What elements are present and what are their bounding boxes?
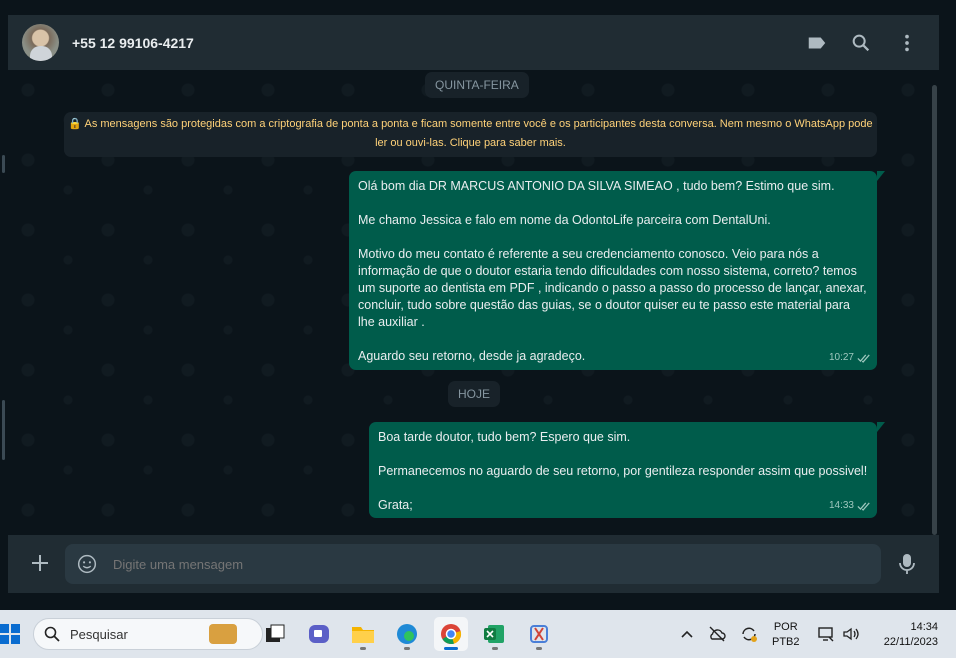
chrome-icon[interactable] <box>434 617 468 651</box>
message-paragraph: Grata; <box>378 498 413 512</box>
snipping-tool-icon[interactable] <box>522 617 556 651</box>
clock-time: 14:34 <box>910 621 938 633</box>
message-meta: 14:33 <box>829 497 871 514</box>
excel-icon[interactable] <box>478 617 512 651</box>
search-icon[interactable] <box>850 32 872 54</box>
briefcase-icon <box>209 624 237 644</box>
date-separator: HOJE <box>448 381 501 407</box>
cloud-offline-icon[interactable] <box>707 624 727 644</box>
outgoing-message[interactable]: Olá bom dia DR MARCUS ANTONIO DA SILVA S… <box>349 171 885 370</box>
background-window-edge <box>0 0 8 610</box>
taskbar-search[interactable]: Pesquisar <box>33 618 263 650</box>
language-code: POR <box>773 621 798 633</box>
date-separator: QUINTA-FEIRA <box>425 72 529 98</box>
outgoing-message[interactable]: Boa tarde doutor, tudo bem? Espero que s… <box>369 422 885 518</box>
teams-icon[interactable] <box>302 617 336 651</box>
search-icon <box>44 626 60 642</box>
microphone-icon[interactable] <box>897 552 917 576</box>
message-paragraph: Me chamo Jessica e falo em nome da Odont… <box>358 213 771 227</box>
lock-icon: 🔒 <box>68 118 83 130</box>
emoji-icon[interactable] <box>77 554 97 574</box>
sync-icon[interactable] <box>739 624 759 644</box>
message-input-box[interactable] <box>65 544 881 584</box>
message-meta: 10:27 <box>829 349 871 366</box>
edge-mark <box>2 155 5 173</box>
message-paragraph: Aguardo seu retorno, desde ja agradeço. <box>358 349 586 363</box>
message-paragraph: Olá bom dia DR MARCUS ANTONIO DA SILVA S… <box>358 179 835 193</box>
chevron-up-icon[interactable] <box>677 624 697 644</box>
taskbar-clock[interactable]: 14:34 22/11/2023 <box>868 620 938 650</box>
edge-mark <box>2 400 5 460</box>
encryption-notice[interactable]: 🔒 As mensagens são protegidas com a crip… <box>64 112 877 157</box>
clock-date: 22/11/2023 <box>883 636 938 648</box>
keyboard-layout: PTB2 <box>772 636 800 648</box>
composer-bar <box>8 535 939 593</box>
task-view-icon[interactable] <box>258 617 292 651</box>
message-time: 14:33 <box>828 500 854 511</box>
edge-icon[interactable] <box>390 617 424 651</box>
whatsapp-window: +55 12 99106-4217 QUINTA-FEIRA 🔒 As mens… <box>8 15 939 593</box>
menu-dots-icon[interactable] <box>896 32 918 54</box>
double-check-icon <box>857 354 870 363</box>
network-icon[interactable] <box>816 624 836 644</box>
message-area: QUINTA-FEIRA 🔒 As mensagens são protegid… <box>8 70 939 535</box>
message-paragraph: Motivo do meu contato é referente a seu … <box>358 247 867 329</box>
double-check-icon <box>857 502 870 511</box>
label-icon[interactable] <box>806 32 828 54</box>
message-paragraph: Permanecemos no aguardo de seu retorno, … <box>378 464 868 478</box>
message-paragraph: Boa tarde doutor, tudo bem? Espero que s… <box>378 430 631 444</box>
language-indicator[interactable]: POR PTB2 <box>772 620 800 650</box>
chat-header: +55 12 99106-4217 <box>8 15 939 70</box>
search-label: Pesquisar <box>70 627 128 642</box>
message-input[interactable] <box>111 556 815 573</box>
contact-name[interactable]: +55 12 99106-4217 <box>72 35 194 51</box>
windows-start-icon[interactable] <box>0 624 20 644</box>
contact-avatar[interactable] <box>22 24 59 61</box>
message-time: 10:27 <box>828 352 854 363</box>
volume-icon[interactable] <box>841 624 861 644</box>
encryption-text: As mensagens são protegidas com a cripto… <box>84 118 873 149</box>
file-explorer-icon[interactable] <box>346 617 380 651</box>
attach-plus-icon[interactable] <box>28 551 52 575</box>
windows-taskbar: Pesquisar POR PTB2 14:34 22/11/2023 <box>0 610 956 658</box>
chat-scrollbar[interactable] <box>932 85 937 535</box>
